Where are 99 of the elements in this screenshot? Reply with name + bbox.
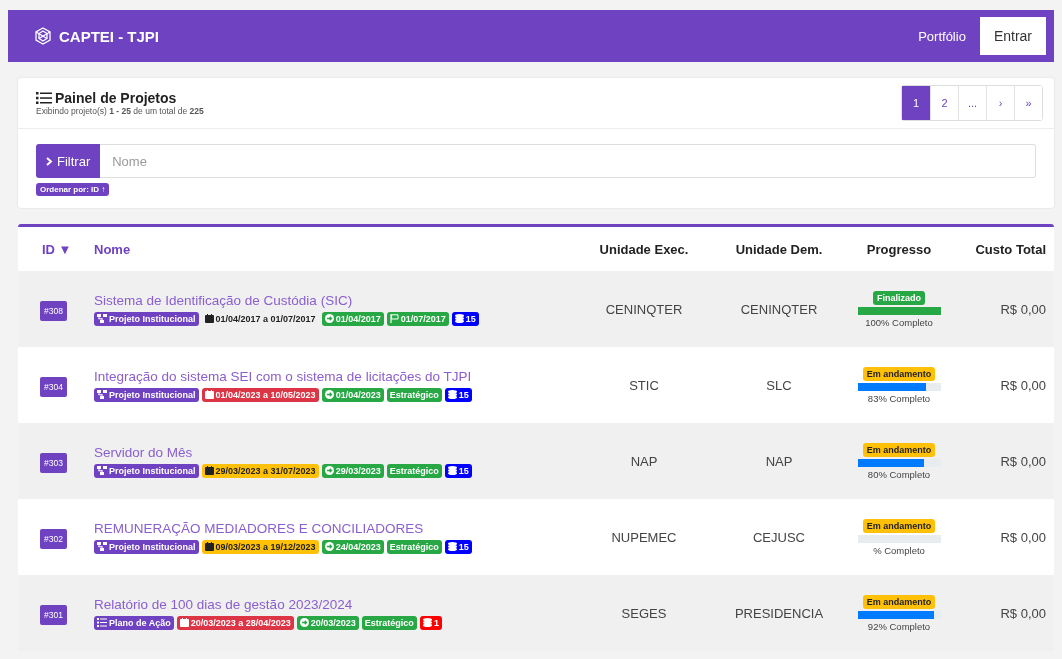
login-button[interactable]: Entrar (979, 17, 1046, 55)
project-link[interactable]: Integração do sistema SEI com o sistema de licitações do TJPI (94, 368, 574, 384)
tag-badge: Estratégico (361, 615, 417, 630)
sort-badge[interactable]: Ordenar por: ID ↑ (36, 183, 110, 196)
start-badge: 20/03/2023 (296, 615, 359, 630)
progress-label: 83% Completo (867, 392, 931, 404)
panel-subtitle: Exibindo projeto(s) 1 - 25 de um total de 225 (36, 106, 204, 116)
table-cell-text: NUPEMEC (610, 529, 678, 545)
period-badge: 29/03/2023 a 31/07/2023 (201, 463, 319, 478)
status-badge: Em andamento (862, 594, 936, 609)
arrow-circle-icon (324, 314, 334, 323)
status-badge: Em andamento (862, 518, 936, 533)
count-badge: 15 (451, 311, 479, 326)
count-badge: 1 (419, 615, 442, 630)
table-cell-text: R$ 0,00 (999, 301, 1047, 317)
progress-label: 92% Completo (867, 620, 931, 632)
project-link[interactable]: Relatório de 100 dias de gestão 2023/2024 (94, 596, 574, 612)
nav-link[interactable]: Portfólio (918, 28, 966, 44)
count-badge: 15 (444, 539, 472, 554)
id-badge: #308 (40, 301, 67, 321)
calendar-icon (179, 618, 189, 627)
table-cell-text: PRESIDENCIA (733, 605, 825, 621)
layers-icon (447, 390, 457, 399)
tag-badge: Estratégico (386, 463, 442, 478)
period-badge: 01/04/2023 a 10/05/2023 (201, 387, 319, 402)
table-cell-text: CENINQTER (739, 301, 819, 317)
table-cell-text: STIC (628, 377, 660, 393)
count-badge: 15 (444, 387, 472, 402)
table-cell-text: SLC (765, 377, 793, 393)
calendar-icon (204, 542, 214, 551)
column-header: Unidade Dem. (734, 241, 824, 257)
tag-badge: Estratégico (386, 387, 442, 402)
project-link[interactable]: Servidor do Mês (94, 444, 574, 460)
arrow-circle-icon (324, 542, 334, 551)
start-badge: 24/04/2023 (321, 539, 384, 554)
flag-icon (389, 314, 399, 323)
calendar-icon (204, 390, 214, 399)
chevron-icon (46, 156, 53, 166)
tag-badge: Estratégico (386, 539, 442, 554)
table-cell-text: NAP (629, 453, 659, 469)
column-header: Unidade Exec. (598, 241, 690, 257)
layers-icon (422, 618, 432, 627)
count-badge: 15 (444, 463, 472, 478)
layers-icon (447, 466, 457, 475)
status-badge: Em andamento (862, 366, 936, 381)
start-badge: 01/04/2017 (321, 311, 384, 326)
id-badge: #301 (40, 605, 67, 625)
progress-label: 80% Completo (867, 468, 931, 480)
calendar-icon (204, 314, 214, 323)
start-badge: 29/03/2023 (321, 463, 384, 478)
table-cell-text: R$ 0,00 (999, 529, 1047, 545)
table-cell-text: R$ 0,00 (999, 377, 1047, 393)
list-icon (97, 618, 107, 627)
network-icon (97, 466, 107, 475)
arrow-circle-icon (299, 618, 309, 627)
arrow-circle-icon (324, 466, 334, 475)
table-cell-text: NAP (764, 453, 794, 469)
search-field[interactable]: Nome (100, 144, 1036, 178)
network-icon (97, 314, 107, 323)
table-cell-text: R$ 0,00 (999, 605, 1047, 621)
page-button[interactable]: » (1014, 86, 1042, 120)
table-cell-text: R$ 0,00 (999, 453, 1047, 469)
status-badge: Finalizado (873, 290, 925, 305)
network-icon (97, 390, 107, 399)
column-header[interactable]: ID ▼ (18, 241, 84, 257)
table-cell-text: CEJUSC (752, 529, 806, 545)
arrow-circle-icon (324, 390, 334, 399)
list-icon (36, 91, 52, 105)
page-button[interactable]: 1 (902, 86, 930, 120)
layers-icon (447, 542, 457, 551)
column-header[interactable]: Nome (84, 241, 574, 257)
end-badge: 01/07/2017 (386, 311, 449, 326)
brand-name[interactable]: CAPTEI - TJPI (59, 27, 159, 45)
type-badge: Projeto Institucional (94, 539, 199, 554)
logo-icon (34, 27, 52, 45)
network-icon (97, 542, 107, 551)
type-badge: Projeto Institucional (94, 311, 199, 326)
progress-label: 100% Completo (865, 316, 933, 328)
period-badge: 20/03/2023 a 28/04/2023 (176, 615, 294, 630)
project-link[interactable]: REMUNERAÇÃO MEDIADORES E CONCILIADORES (94, 520, 574, 536)
start-badge: 01/04/2023 (321, 387, 384, 402)
status-badge: Em andamento (862, 442, 936, 457)
column-header: Custo Total (974, 241, 1047, 257)
panel-title: Painel de Projetos (55, 90, 177, 106)
type-badge: Projeto Institucional (94, 387, 199, 402)
table-cell-text: SEGES (620, 605, 668, 621)
column-header: Progresso (865, 241, 933, 257)
id-badge: #303 (40, 453, 67, 473)
project-link[interactable]: Sistema de Identificação de Custódia (SIC) (94, 292, 574, 308)
type-badge: Plano de Ação (94, 615, 174, 630)
type-badge: Projeto Institucional (94, 463, 199, 478)
table-cell-text: CENINQTER (604, 301, 684, 317)
id-badge: #304 (40, 377, 67, 397)
progress-label: % Completo (873, 544, 925, 556)
layers-icon (454, 314, 464, 323)
id-badge: #302 (40, 529, 67, 549)
filter-button[interactable]: Filtrar (36, 144, 101, 178)
period-badge: 09/03/2023 a 19/12/2023 (201, 539, 319, 554)
calendar-icon (204, 466, 214, 475)
